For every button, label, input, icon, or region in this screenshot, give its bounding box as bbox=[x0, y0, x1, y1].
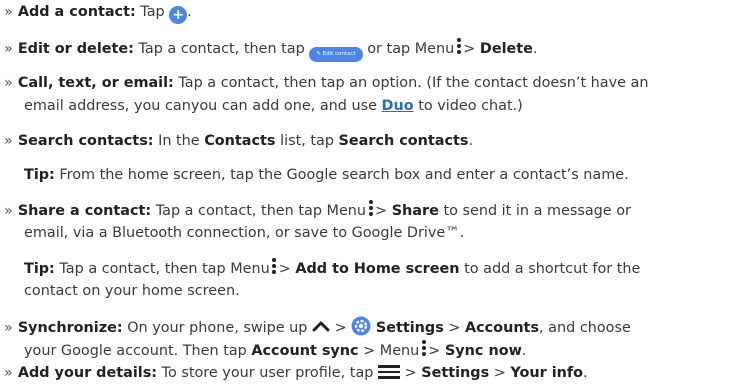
tip-label: Tip: bbox=[24, 261, 55, 277]
accounts-word: Accounts bbox=[464, 320, 540, 336]
add-plus-icon: + bbox=[169, 6, 188, 24]
call-label: Call, text, or email: bbox=[17, 75, 174, 91]
bullet: » bbox=[4, 320, 13, 336]
help-document: » Add a contact: Tap +. » Edit or delete: … bbox=[0, 0, 737, 381]
details-label: Add your details: bbox=[17, 365, 158, 381]
tip-text: From the home screen, tap the Google sea… bbox=[59, 167, 629, 183]
share-label: Share a contact: bbox=[17, 203, 152, 219]
bullet: » bbox=[4, 133, 13, 149]
settings-word: Settings bbox=[421, 365, 490, 381]
bullet: » bbox=[4, 41, 13, 57]
hamburger-menu-icon bbox=[377, 365, 400, 379]
menu-dots-icon bbox=[272, 257, 277, 276]
add-contact-label: Add a contact: bbox=[17, 4, 136, 20]
call-text-line1: Tap a contact, then tap an option. (If t… bbox=[178, 75, 649, 91]
details-text: To store your user profile, tap bbox=[161, 365, 374, 381]
call-text-end: to video chat.) bbox=[418, 98, 523, 114]
sync-text: On your phone, swipe up bbox=[127, 320, 308, 336]
share-text: Tap a contact, then tap Menu bbox=[155, 203, 367, 219]
contacts-word: Contacts bbox=[204, 133, 276, 149]
call-continuation: email address, you canyou can add one, a… bbox=[4, 95, 737, 118]
sync-continuation: your Google account. Then tap Account sy… bbox=[4, 339, 737, 363]
search-contacts-item: » Search contacts: In the Contacts list, … bbox=[4, 130, 732, 153]
arrow-gt: > bbox=[448, 320, 461, 336]
tip-text-line2: contact on your home screen. bbox=[24, 283, 240, 299]
settings-word: Settings bbox=[375, 320, 444, 336]
settings-gear-icon bbox=[351, 316, 371, 336]
period: . bbox=[583, 365, 588, 381]
bullet: » bbox=[4, 203, 13, 219]
period: . bbox=[468, 133, 474, 149]
account-sync-word: Account sync bbox=[251, 343, 359, 359]
share-text2: to send it in a message or bbox=[443, 203, 631, 219]
add-to-home-screen-word: Add to Home screen bbox=[295, 261, 460, 277]
synchronize-item: » Synchronize: On your phone, swipe up > … bbox=[4, 316, 732, 340]
your-info-word: Your info bbox=[510, 365, 584, 381]
call-text-email-item: » Call, text, or email: Tap a contact, th… bbox=[4, 72, 732, 95]
period: . bbox=[532, 41, 538, 57]
edit-pill-label: Edit contact bbox=[322, 51, 356, 57]
add-contact-item: » Add a contact: Tap +. bbox=[4, 1, 732, 24]
delete-label: Delete bbox=[479, 41, 533, 57]
duo-link[interactable]: Duo bbox=[382, 98, 414, 114]
share-continuation: email, via a Bluetooth connection, or sa… bbox=[4, 222, 737, 245]
arrow-gt: > bbox=[404, 365, 417, 381]
edit-contact-button-icon: ✎ Edit contact bbox=[309, 47, 363, 62]
arrow-gt: > bbox=[334, 320, 347, 336]
arrow-gt: > bbox=[278, 261, 291, 277]
search-contacts-action: Search contacts bbox=[338, 133, 469, 149]
chevron-up-icon bbox=[312, 321, 330, 332]
arrow-gt: > bbox=[463, 41, 476, 57]
share-text-line2: email, via a Bluetooth connection, or sa… bbox=[24, 225, 465, 241]
sync-label: Synchronize: bbox=[17, 320, 123, 336]
arrow-gt: > bbox=[375, 203, 388, 219]
bullet: » bbox=[4, 4, 13, 20]
add-contact-text: Tap bbox=[140, 4, 165, 20]
share-contact-item: » Share a contact: Tap a contact, then ta… bbox=[4, 199, 732, 223]
menu-dots-icon bbox=[456, 37, 461, 56]
period: . bbox=[521, 343, 527, 359]
bullet: » bbox=[4, 75, 13, 91]
call-text-line2: email address, you canyou can add one, a… bbox=[24, 98, 377, 114]
arrow-gt: > bbox=[493, 365, 506, 381]
add-details-item: » Add your details: To store your user pr… bbox=[4, 362, 732, 385]
sync-now-word: Sync now bbox=[444, 343, 522, 359]
tip-text2: to add a shortcut for the bbox=[464, 261, 641, 277]
menu-dots-icon bbox=[421, 339, 426, 358]
tip-label: Tip: bbox=[24, 167, 55, 183]
edit-text: Tap a contact, then tap bbox=[138, 41, 305, 57]
search-text: In the bbox=[158, 133, 200, 149]
share-word: Share bbox=[391, 203, 439, 219]
bullet: » bbox=[4, 365, 13, 381]
edit-delete-label: Edit or delete: bbox=[17, 41, 134, 57]
arrow-gt: > bbox=[428, 343, 441, 359]
tip-search-item: Tip: From the home screen, tap the Googl… bbox=[4, 164, 737, 187]
search-text2: list, tap bbox=[280, 133, 334, 149]
edit-menu-text: or tap Menu bbox=[367, 41, 455, 57]
menu-word: > Menu bbox=[363, 343, 420, 359]
tip-home-item: Tip: Tap a contact, then tap Menu > Add t… bbox=[4, 257, 737, 281]
tip-text: Tap a contact, then tap Menu bbox=[59, 261, 270, 277]
edit-delete-item: » Edit or delete: Tap a contact, then tap… bbox=[4, 37, 732, 62]
sync-text2: , and choose bbox=[539, 320, 631, 336]
search-label: Search contacts: bbox=[17, 133, 154, 149]
period: . bbox=[187, 4, 192, 20]
tip-continuation: contact on your home screen. bbox=[4, 280, 737, 303]
menu-dots-icon bbox=[368, 199, 373, 218]
sync-text-line2: your Google account. Then tap bbox=[24, 343, 247, 359]
